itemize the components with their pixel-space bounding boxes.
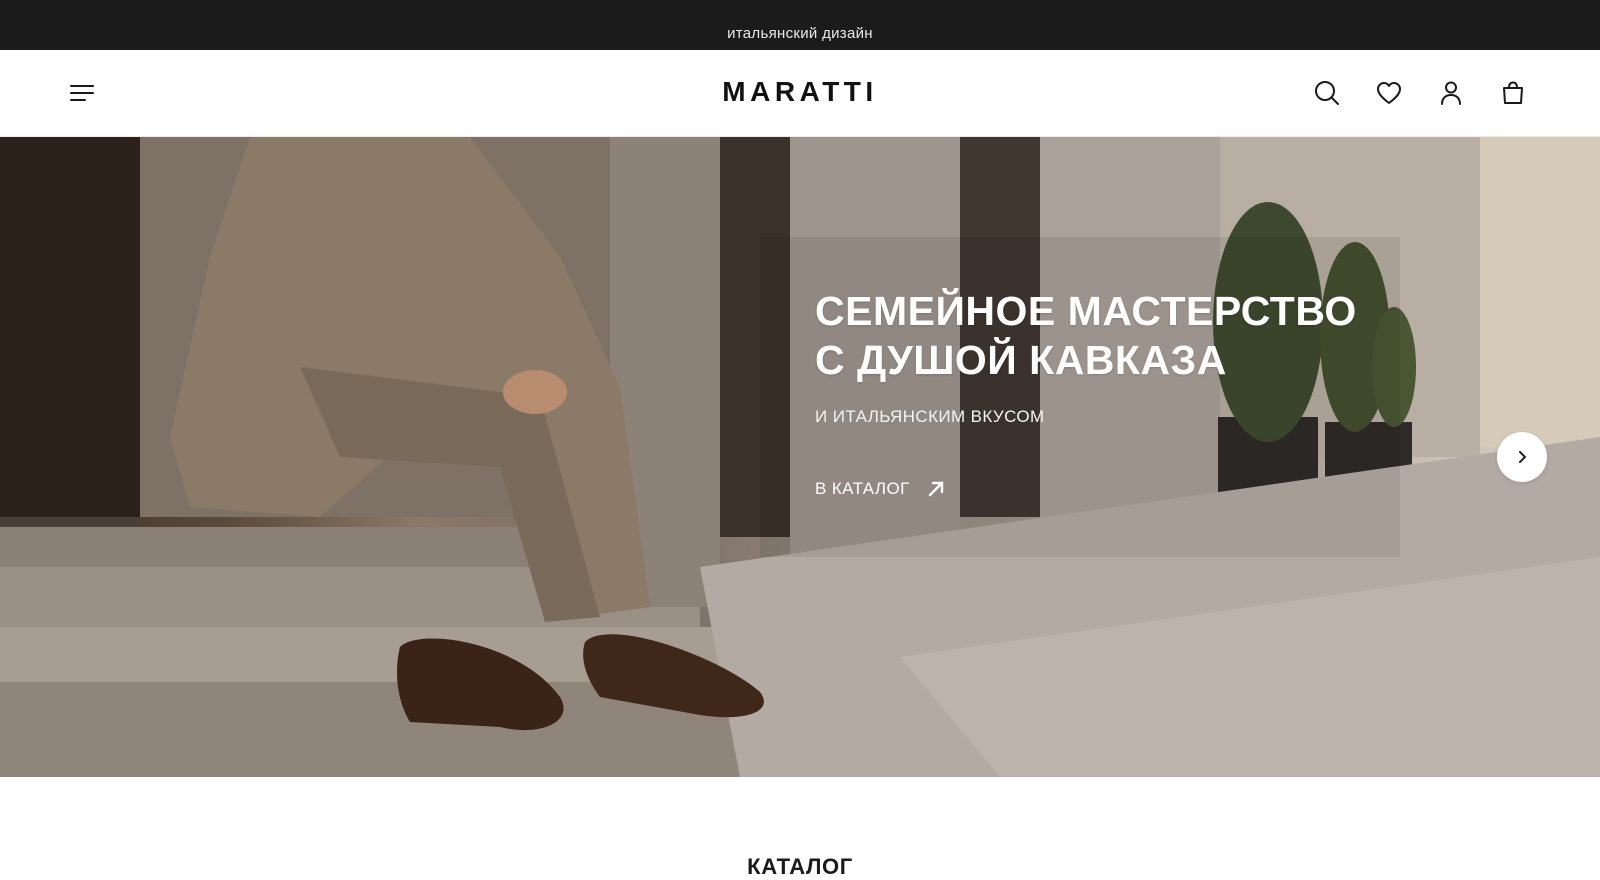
search-icon[interactable] (1312, 78, 1342, 108)
catalog-section-title: КАТАЛОГ (747, 854, 853, 879)
heart-icon[interactable] (1374, 78, 1404, 108)
hero-content: СЕМЕЙНОЕ МАСТЕРСТВО С ДУШОЙ КАВКАЗА И ИТ… (815, 287, 1357, 499)
hero-photo (0, 137, 1600, 777)
chevron-right-icon (1519, 451, 1526, 463)
slider-next-button[interactable] (1497, 432, 1547, 482)
header-actions (1312, 78, 1528, 108)
site-header: MARATTI (0, 50, 1600, 137)
arrow-up-right-icon (928, 481, 943, 497)
catalog-link-label: В КАТАЛОГ (815, 479, 910, 498)
hero-title: СЕМЕЙНОЕ МАСТЕРСТВО С ДУШОЙ КАВКАЗА (815, 287, 1357, 385)
bag-icon[interactable] (1498, 78, 1528, 108)
announcement-text: итальянский дизайн (727, 24, 873, 42)
catalog-link[interactable]: В КАТАЛОГ (815, 479, 946, 499)
hero-banner: СЕМЕЙНОЕ МАСТЕРСТВО С ДУШОЙ КАВКАЗА И ИТ… (0, 137, 1600, 777)
user-icon[interactable] (1436, 78, 1466, 108)
hero-title-line-1: СЕМЕЙНОЕ МАСТЕРСТВО (815, 288, 1357, 334)
hero-subtitle: И ИТАЛЬЯНСКИМ ВКУСОМ (815, 407, 1045, 426)
hero-title-line-2: С ДУШОЙ КАВКАЗА (815, 337, 1227, 383)
announcement-bar: итальянский дизайн (0, 0, 1600, 50)
